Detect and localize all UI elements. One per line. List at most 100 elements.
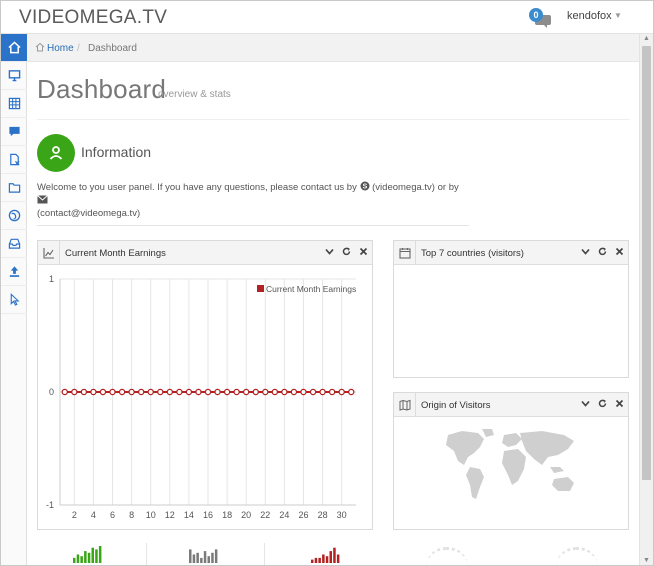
collapse-widget-button[interactable] [324,247,335,258]
map-icon [399,399,411,411]
site-logo[interactable]: VIDEOMEGA.TV [19,7,167,29]
data-point [109,388,116,396]
mini-bar [76,554,80,563]
page-subtitle: overview & stats [158,89,231,100]
breadcrumb-home-link[interactable]: Home [47,43,74,54]
data-point [328,388,336,396]
refresh-widget-button[interactable] [341,247,352,258]
information-heading: Information [81,144,152,160]
y-tick-label: -1 [46,500,54,510]
x-tick-label: 6 [110,510,115,520]
divider [37,119,629,120]
calendar-icon [399,248,411,259]
map-europe [502,433,522,447]
user-menu[interactable]: kendofox [567,10,612,22]
header-separator [59,241,60,265]
sidebar-item-comments[interactable] [1,118,27,146]
data-point [166,388,174,396]
data-point [233,388,240,396]
sidebar-item-table[interactable] [1,90,27,118]
map-africa [502,449,526,485]
data-point [319,388,326,396]
sidebar-item-folder[interactable] [1,174,27,202]
sidebar-item-globe[interactable] [1,202,27,230]
skype-contact[interactable]: (videomega.tv) or by [372,182,459,193]
x-tick-label: 30 [337,510,347,520]
collapse-widget-button[interactable] [580,247,591,258]
refresh-icon [598,247,607,256]
mini-bar-chart-gray [189,549,218,563]
mini-bar [333,547,336,563]
x-tick-label: 8 [129,510,134,520]
vertical-scrollbar[interactable]: ▲ ▼ [639,34,653,565]
data-point [118,388,126,396]
data-point [338,388,345,396]
x-tick-label: 18 [222,510,232,520]
world-map [446,429,574,499]
app-window: VIDEOMEGA.TV 0 kendofox ▼ Home / Dashboa… [0,0,654,566]
close-widget-button[interactable] [358,247,369,258]
map-south-america [466,467,484,499]
mini-bar [200,557,203,563]
mini-bar [211,552,214,563]
x-tick-label: 26 [298,510,308,520]
chevron-down-icon[interactable]: ▼ [614,11,622,20]
refresh-icon [342,247,351,256]
sidebar-item-files[interactable] [1,146,27,174]
y-tick-label: 0 [49,387,54,397]
mini-bar [203,551,207,563]
sidebar-item-home[interactable] [1,34,27,62]
gauge-chart [426,547,468,565]
mini-bar [87,552,91,563]
x-tick-label: 28 [318,510,328,520]
map-indonesia [550,467,564,473]
top-header: VIDEOMEGA.TV 0 kendofox ▼ [1,1,653,34]
x-tick-label: 4 [91,510,96,520]
skype-icon: S [360,181,369,191]
x-tick-label: 12 [165,510,175,520]
scrollbar-thumb[interactable] [642,46,651,480]
data-point [195,388,202,396]
user-icon [49,146,63,160]
mini-bar-chart-red [311,547,340,563]
mini-bar [95,549,98,563]
mini-bar [329,551,332,563]
divider [264,543,265,565]
mini-bar [84,551,87,563]
messages-button[interactable]: 0 [529,8,551,28]
refresh-widget-button[interactable] [597,399,608,410]
close-widget-button[interactable] [614,247,625,258]
data-point [90,388,97,396]
widget-header: Origin of Visitors [394,393,628,417]
sidebar-item-desktop[interactable] [1,62,27,90]
close-widget-button[interactable] [614,399,625,410]
folder-icon [8,183,20,193]
line-chart-icon [43,248,54,259]
close-icon [615,399,624,408]
widget-header: Current Month Earnings [38,241,372,265]
breadcrumb-separator: / [77,43,80,54]
scroll-up-icon[interactable]: ▲ [643,35,650,42]
sidebar-item-upload[interactable] [1,258,27,286]
pointer-icon [10,293,20,306]
email-contact[interactable]: (contact@videomega.tv) [37,208,140,219]
x-tick-label: 14 [184,510,194,520]
user-avatar-icon [37,134,75,172]
svg-text:S: S [362,184,367,191]
data-point [61,388,69,396]
x-tick-label: 24 [279,510,289,520]
mini-bar [325,556,329,563]
x-tick-label: 2 [72,510,77,520]
collapse-widget-button[interactable] [580,399,591,410]
refresh-widget-button[interactable] [597,247,608,258]
data-point [185,388,193,396]
mini-bar [207,556,210,563]
sidebar-item-pointer[interactable] [1,286,27,314]
top-countries-widget: Top 7 countries (visitors) [393,240,629,378]
refresh-icon [598,399,607,408]
data-point [157,388,164,396]
mini-bar [318,557,321,563]
data-point [99,388,107,396]
scroll-down-icon[interactable]: ▼ [643,557,650,564]
sidebar-item-inbox[interactable] [1,230,27,258]
